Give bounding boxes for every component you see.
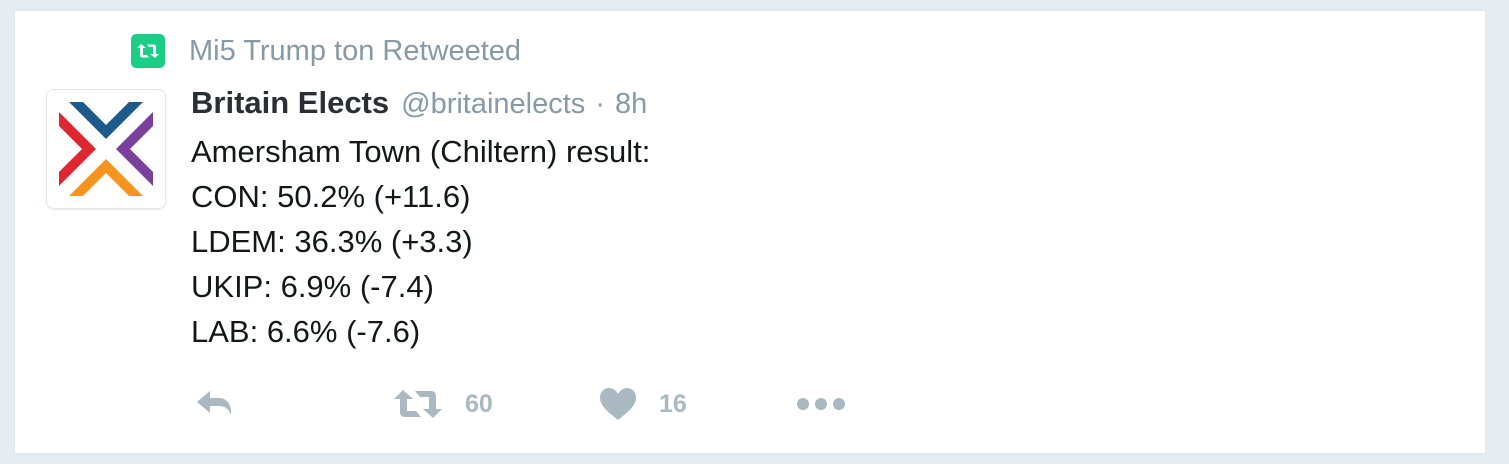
tweet-text-line: UKIP: 6.9% (-7.4) [191, 269, 434, 304]
more-button[interactable] [795, 379, 847, 429]
retweet-icon [137, 44, 159, 58]
like-button[interactable]: 16 [599, 379, 687, 429]
heart-icon [600, 388, 636, 420]
tweet-text-line: LDEM: 36.3% (+3.3) [191, 224, 473, 259]
tweet-text-line: LAB: 6.6% (-7.6) [191, 314, 421, 349]
tweet-actions: 60 16 [191, 379, 891, 429]
tweet-card[interactable]: Mi5 Trump ton Retweeted Britain Elects @… [14, 10, 1486, 454]
reply-icon [197, 391, 232, 415]
author-handle[interactable]: @britainelects [401, 88, 585, 121]
tweet-text: Amersham Town (Chiltern) result: CON: 50… [191, 129, 1391, 354]
header-separator: · [595, 88, 605, 120]
avatar[interactable] [46, 89, 166, 209]
retweet-context-text[interactable]: Mi5 Trump ton Retweeted [189, 35, 521, 68]
retweet-button[interactable]: 60 [393, 379, 493, 429]
retweet-badge [131, 34, 165, 68]
retweet-count: 60 [465, 389, 493, 418]
tweet-header: Britain Elects @britainelects · 8h [191, 85, 647, 125]
retweet-icon [394, 390, 442, 418]
retweet-context: Mi5 Trump ton Retweeted [131, 33, 521, 69]
tweet-text-line: CON: 50.2% (+11.6) [191, 179, 471, 214]
tweet-timestamp[interactable]: 8h [615, 88, 647, 121]
reply-button[interactable] [195, 379, 237, 429]
more-dots-icon [797, 398, 845, 410]
author-display-name[interactable]: Britain Elects [191, 85, 389, 121]
like-count: 16 [659, 389, 687, 418]
britain-elects-logo [59, 102, 153, 196]
tweet-text-line: Amersham Town (Chiltern) result: [191, 134, 651, 169]
